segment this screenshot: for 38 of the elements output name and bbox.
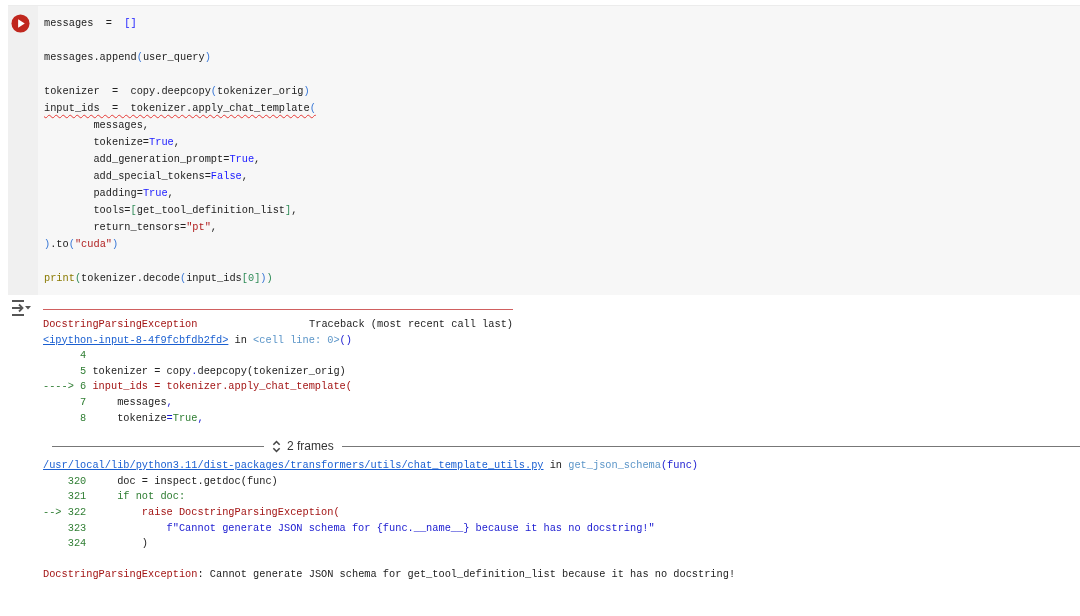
location-text: in [233, 333, 248, 346]
exception-name: DocstringParsingException [43, 317, 198, 332]
code-line: return_tensors="pt", [92, 220, 218, 235]
code-line: messages = [] [44, 16, 137, 31]
code-line: add_generation_prompt=True, [92, 152, 261, 167]
code-line: messages, [92, 118, 150, 133]
frames-toggle[interactable]: 2 frames [264, 438, 342, 454]
traceback-line: --> 322 raise DocstringParsingException( [43, 504, 340, 520]
traceback-line: 320 doc = inspect.getdoc(func) [66, 473, 278, 489]
traceback-line: ----> 6 input_ids = tokenizer.apply_chat_template( [43, 379, 352, 395]
code-line: messages.append(user_query) [44, 50, 211, 65]
output-toggle-icon[interactable] [10, 299, 32, 317]
location-text: () [339, 333, 352, 346]
traceback-line: 324 ) [66, 536, 149, 552]
code-line: ).to("cuda") [44, 237, 119, 252]
chevron-updown-icon [272, 438, 281, 454]
code-line: padding=True, [92, 186, 174, 201]
file-link[interactable]: <ipython-input-8-4f9fcbfdb2fd> [43, 333, 229, 346]
file-link[interactable]: /usr/local/lib/python3.11/dist-packages/transformers/utils/chat_template_utils.py [43, 459, 544, 472]
code-line: input_ids = tokenizer.apply_chat_template( [44, 101, 316, 116]
traceback-line: 4 [79, 348, 88, 364]
location-text: (func) [660, 459, 698, 472]
traceback-line: 323 f"Cannot generate JSON schema for {func.__name__} because it has no docstring!" [66, 520, 655, 536]
code-line: tokenize=True, [92, 135, 180, 150]
traceback-line: 7 messages, [79, 394, 173, 410]
traceback-line: 8 tokenize=True, [79, 410, 204, 426]
traceback-label: Traceback (most recent call last) [309, 317, 513, 332]
location-text: get_json_schema [568, 459, 661, 472]
location-text: <cell line: 0> [253, 333, 340, 346]
traceback-line: 321 if not doc: [66, 489, 186, 505]
location-text: in [548, 459, 564, 472]
code-line: print(tokenizer.decode(input_ids[0])) [44, 271, 273, 286]
code-line: tokenizer = copy.deepcopy(tokenizer_orig) [44, 84, 310, 99]
code-line: add_special_tokens=False, [92, 169, 248, 184]
code-line: tools=[get_tool_definition_list], [92, 203, 298, 218]
traceback-line: 5 tokenizer = copy.deepcopy(tokenizer_orig) [79, 363, 346, 379]
run-button[interactable] [11, 14, 30, 33]
error-message: DocstringParsingException: Cannot generate JSON schema for get_tool_definition_list because it has no docstring! [43, 566, 736, 582]
